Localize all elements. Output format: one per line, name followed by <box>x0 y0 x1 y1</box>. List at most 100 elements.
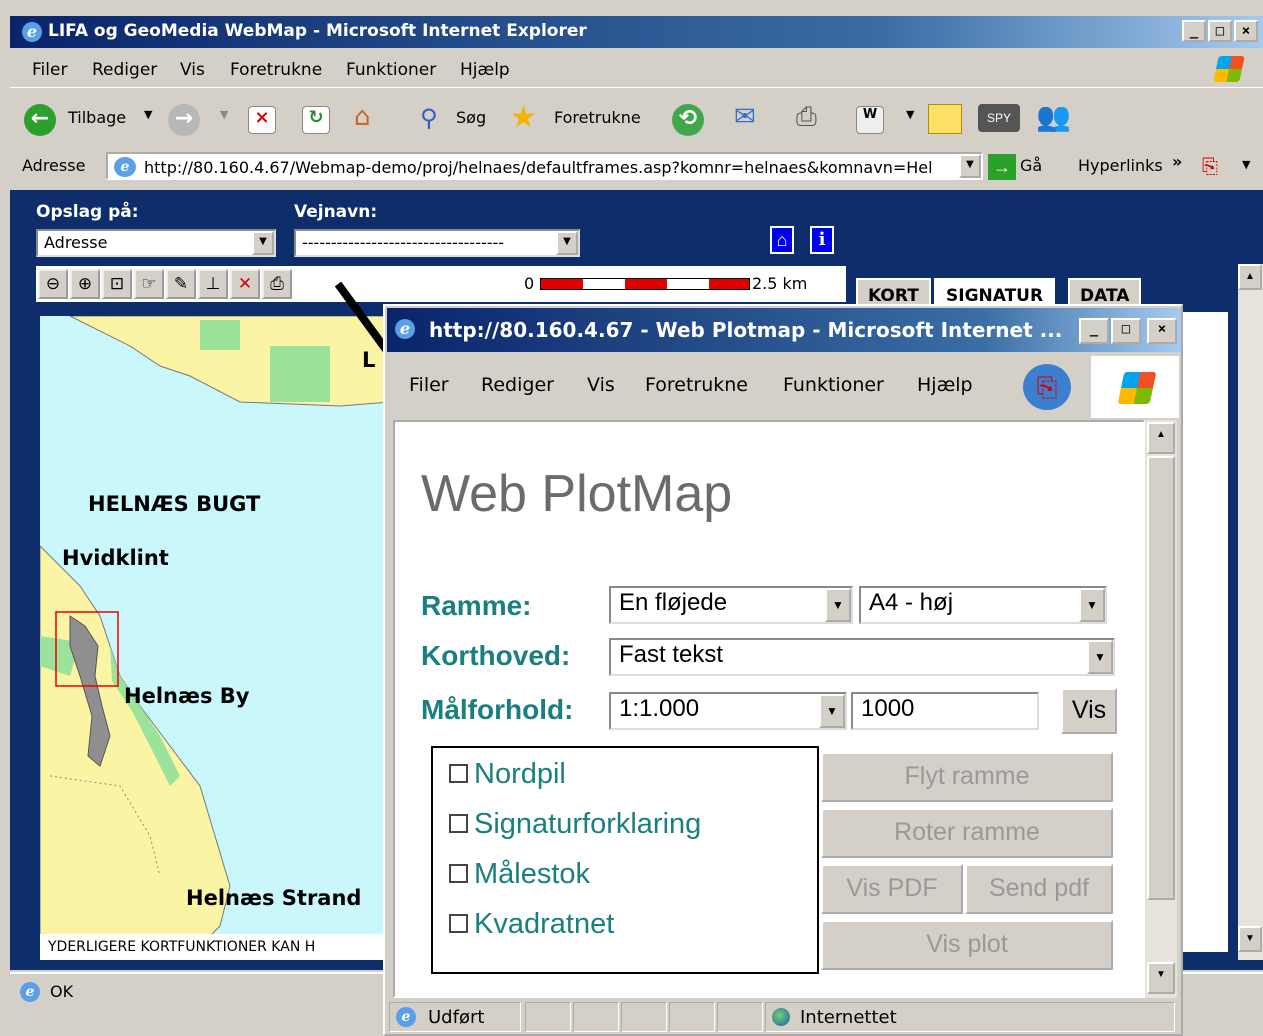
refresh-icon[interactable]: ↻ <box>302 106 330 134</box>
mail-icon[interactable]: ✉ <box>734 102 756 132</box>
option-signaturforklaring-label: Signaturforklaring <box>474 808 702 840</box>
popup-scroll-down-icon[interactable]: ▼ <box>1147 962 1175 994</box>
print-map-icon[interactable]: ⎙ <box>262 269 292 299</box>
ramme-select[interactable]: En fløjede ▼ <box>609 586 853 624</box>
option-kvadratnet[interactable]: Kvadratnet <box>449 908 614 941</box>
vis-plot-button[interactable]: Vis plot <box>821 920 1113 970</box>
home-page-button[interactable]: ⌂ <box>770 226 794 254</box>
street-select[interactable]: ----------------------------------- ▼ <box>294 229 580 257</box>
edit-word-icon[interactable]: W <box>856 106 884 134</box>
zoom-window-icon[interactable]: ⊡ <box>102 269 132 299</box>
favorites-star-icon[interactable]: ★ <box>510 100 537 135</box>
clear-icon[interactable]: ✕ <box>230 269 260 299</box>
popup-windows-flag-icon <box>1117 372 1157 404</box>
acrobat-icon[interactable]: ⎘ <box>1202 154 1218 178</box>
popup-scroll-thumb[interactable] <box>1147 456 1175 900</box>
popup-close-button[interactable]: × <box>1147 318 1177 344</box>
back-dropdown-icon[interactable]: ▼ <box>144 108 152 121</box>
print-icon[interactable]: ⎙ <box>796 102 817 133</box>
close-button[interactable]: × <box>1234 20 1258 42</box>
lookup-dropdown-icon[interactable]: ▼ <box>252 231 274 255</box>
menu-rediger[interactable]: Rediger <box>92 60 157 80</box>
search-icon[interactable]: ⚲ <box>420 104 438 132</box>
notes-icon[interactable] <box>928 104 962 134</box>
korthoved-select[interactable]: Fast tekst ▼ <box>609 638 1115 676</box>
measure-area-icon[interactable]: ✎ <box>166 269 196 299</box>
menu-funktioner[interactable]: Funktioner <box>346 60 436 80</box>
address-input[interactable]: e http://80.160.4.67/Webmap-demo/proj/he… <box>106 152 983 180</box>
ramme-dropdown-icon[interactable]: ▼ <box>825 588 851 622</box>
scale-select[interactable]: 1:1.000 ▼ <box>609 692 847 730</box>
zoom-in-icon[interactable]: ⊕ <box>70 269 100 299</box>
popup-menu-hjaelp[interactable]: Hjælp <box>917 374 973 396</box>
address-dropdown-icon[interactable]: ▼ <box>959 154 981 178</box>
maximize-button[interactable]: □ <box>1208 20 1232 42</box>
popup-menu-filer[interactable]: Filer <box>409 374 449 396</box>
back-label[interactable]: Tilbage <box>68 108 126 127</box>
paper-select[interactable]: A4 - høj ▼ <box>859 586 1107 624</box>
forward-arrow-icon[interactable]: → <box>168 104 200 136</box>
menu-foretrukne[interactable]: Foretrukne <box>230 60 322 80</box>
checkbox-malestok[interactable] <box>449 864 468 883</box>
checkbox-kvadratnet[interactable] <box>449 914 468 933</box>
roter-ramme-button[interactable]: Roter ramme <box>821 808 1113 858</box>
minimize-button[interactable]: _ <box>1182 20 1206 42</box>
vis-button[interactable]: Vis <box>1061 688 1117 734</box>
links-label[interactable]: Hyperlinks <box>1078 156 1163 175</box>
option-nordpil[interactable]: Nordpil <box>449 758 566 791</box>
paper-dropdown-icon[interactable]: ▼ <box>1079 588 1105 622</box>
status-cell-4 <box>669 1002 715 1032</box>
edit-dropdown-icon[interactable]: ▼ <box>906 108 914 121</box>
home-icon[interactable]: ⌂ <box>354 102 371 132</box>
favorites-label[interactable]: Foretrukne <box>554 108 641 127</box>
info-button[interactable]: i <box>810 226 834 254</box>
popup-menu-rediger[interactable]: Rediger <box>481 374 554 396</box>
search-label[interactable]: Søg <box>456 108 486 127</box>
popup-scroll-up-icon[interactable]: ▲ <box>1147 422 1175 454</box>
menu-hjaelp[interactable]: Hjælp <box>460 60 510 80</box>
back-arrow-icon[interactable]: ← <box>24 104 56 136</box>
status-page-icon: e <box>20 982 40 1002</box>
scroll-down-icon[interactable]: ▼ <box>1238 926 1262 952</box>
option-signaturforklaring[interactable]: Signaturforklaring <box>449 808 701 841</box>
links-chevron-icon[interactable]: » <box>1172 152 1182 171</box>
popup-menu-funktioner[interactable]: Funktioner <box>783 374 884 396</box>
status-cell-2 <box>573 1002 619 1032</box>
stop-icon[interactable]: × <box>248 106 276 134</box>
lookup-select[interactable]: Adresse ▼ <box>36 229 276 257</box>
messenger-icon[interactable]: 👥 <box>1036 100 1071 133</box>
popup-minimize-button[interactable]: _ <box>1079 318 1109 344</box>
vis-pdf-button[interactable]: Vis PDF <box>821 864 963 914</box>
option-nordpil-label: Nordpil <box>474 758 566 790</box>
flyt-ramme-button[interactable]: Flyt ramme <box>821 752 1113 802</box>
scale-dropdown-icon[interactable]: ▼ <box>819 694 845 728</box>
go-label[interactable]: Gå <box>1020 156 1042 175</box>
send-pdf-button[interactable]: Send pdf <box>965 864 1113 914</box>
popup-scrollbar[interactable]: ▲ ▼ <box>1145 420 1177 998</box>
popup-menu-foretrukne[interactable]: Foretrukne <box>645 374 748 396</box>
scroll-up-icon[interactable]: ▲ <box>1238 264 1262 290</box>
main-scrollbar[interactable]: ▲ ▼ <box>1238 264 1263 960</box>
popup-acrobat-icon[interactable]: ⎘ <box>1023 364 1071 410</box>
street-label: Vejnavn: <box>294 202 378 222</box>
zoom-out-icon[interactable]: ⊖ <box>38 269 68 299</box>
acrobat-dropdown-icon[interactable]: ▼ <box>1242 158 1250 171</box>
checkbox-nordpil[interactable] <box>449 764 468 783</box>
popup-maximize-button[interactable]: □ <box>1111 318 1141 344</box>
street-dropdown-icon[interactable]: ▼ <box>556 231 578 255</box>
menu-filer[interactable]: Filer <box>32 60 67 80</box>
korthoved-dropdown-icon[interactable]: ▼ <box>1087 640 1113 674</box>
checkbox-signaturforklaring[interactable] <box>449 814 468 833</box>
pan-icon[interactable]: ☞ <box>134 269 164 299</box>
history-icon[interactable]: ⟲ <box>672 104 704 136</box>
popup-menu-vis[interactable]: Vis <box>587 374 615 396</box>
measure-distance-icon[interactable]: ⊥ <box>198 269 228 299</box>
menu-vis[interactable]: Vis <box>180 60 205 80</box>
street-value: ----------------------------------- <box>302 233 505 252</box>
scale-input[interactable]: 1000 <box>851 692 1039 730</box>
forward-dropdown-icon[interactable]: ▼ <box>220 108 228 121</box>
go-arrow-icon[interactable]: → <box>988 154 1016 180</box>
option-malestok[interactable]: Målestok <box>449 858 590 891</box>
popup-content: Web PlotMap Ramme: En fløjede ▼ A4 - høj… <box>393 420 1145 998</box>
spy-icon[interactable]: SPY <box>978 104 1020 132</box>
